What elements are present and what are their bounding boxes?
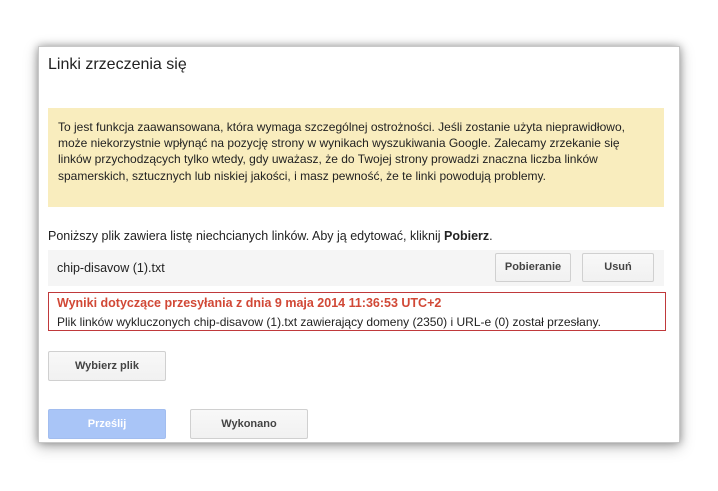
disavow-links-dialog: Linki zrzeczenia się To jest funkcja zaa… [38,46,680,443]
choose-file-button[interactable]: Wybierz plik [48,351,166,381]
instruction-prefix: Poniższy plik zawiera listę niechcianych… [48,229,445,243]
upload-result-title: Wyniki dotyczące przesyłania z dnia 9 ma… [57,296,442,310]
submit-button[interactable]: Prześlij [48,409,166,439]
upload-result-text: Plik linków wykluczonych chip-disavow (1… [57,315,601,329]
done-button[interactable]: Wykonano [190,409,308,439]
download-button[interactable]: Pobieranie [495,253,571,282]
instruction-download-word: Pobierz [444,229,490,243]
file-name: chip-disavow (1).txt [57,261,165,275]
upload-result-box: Wyniki dotyczące przesyłania z dnia 9 ma… [48,292,666,331]
dialog-title: Linki zrzeczenia się [48,56,187,73]
instruction-suffix: . [489,229,493,243]
instruction-text: Poniższy plik zawiera listę niechcianych… [48,229,493,243]
warning-message: To jest funkcja zaawansowana, która wyma… [48,108,664,207]
file-row: chip-disavow (1).txt Pobieranie Usuń [48,250,664,286]
delete-button[interactable]: Usuń [582,253,654,282]
